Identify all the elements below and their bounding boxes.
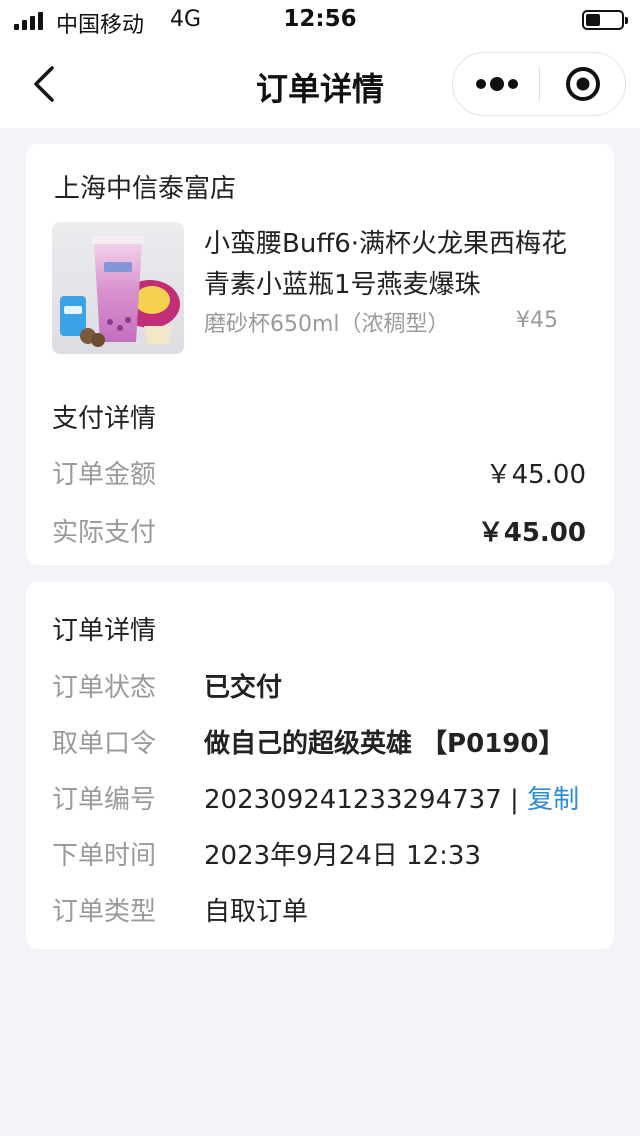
paid-amount-label: 实际支付 <box>52 518 157 548</box>
product-spec: 磨砂杯650ml（浓稠型） <box>204 312 450 337</box>
order-status-value: 已交付 <box>204 673 283 703</box>
order-number-row: 20230924123329473​7 | 复制 <box>204 779 579 816</box>
order-amount-value: ￥45.00 <box>485 460 586 490</box>
copy-separator: | <box>510 785 519 815</box>
order-time-value: 2023年9月24日 12:33 <box>204 841 481 871</box>
details-section-title: 订单详情 <box>52 616 157 646</box>
product-image <box>52 222 184 354</box>
order-type-label: 订单类型 <box>52 897 157 927</box>
more-dots-icon <box>476 77 518 91</box>
status-bar: 中国移动 4G 12:56 <box>0 0 640 40</box>
pickup-code-value: 做自己的超级英雄 【P0190】 <box>204 729 565 759</box>
product-name: 小蛮腰Buff6·满杯火龙果西梅花青素小蓝瓶1号燕麦爆珠 <box>204 229 568 300</box>
order-time-label: 下单时间 <box>52 841 157 871</box>
store-name: 上海中信泰富店 <box>54 174 237 204</box>
order-number-label: 订单编号 <box>52 785 157 815</box>
copy-order-number-link[interactable]: 复制 <box>527 785 579 815</box>
mini-program-capsule <box>452 52 626 116</box>
order-details-card: 订单详情 订单状态 已交付 取单口令 做自己的超级英雄 【P0190】 订单编号… <box>26 582 614 949</box>
order-number-value: 20230924123329473​7 <box>204 785 502 815</box>
pickup-code-label: 取单口令 <box>52 729 157 759</box>
order-amount-label: 订单金额 <box>52 460 157 490</box>
order-summary-card: 上海中信泰富店 小蛮腰Buff6·满杯火龙果西梅花青素小蓝瓶1号燕麦爆珠 磨砂杯… <box>26 144 614 565</box>
battery-icon <box>582 10 628 30</box>
payment-section-title: 支付详情 <box>52 404 157 434</box>
target-close-icon <box>566 67 600 101</box>
close-button[interactable] <box>540 53 626 115</box>
product-price: ¥45 <box>516 308 558 333</box>
more-button[interactable] <box>453 53 539 115</box>
status-time: 12:56 <box>283 6 357 32</box>
order-status-label: 订单状态 <box>52 673 157 703</box>
paid-amount-value: ￥45.00 <box>477 518 586 548</box>
order-type-value: 自取订单 <box>204 897 309 927</box>
nav-bar: 订单详情 <box>0 40 640 128</box>
